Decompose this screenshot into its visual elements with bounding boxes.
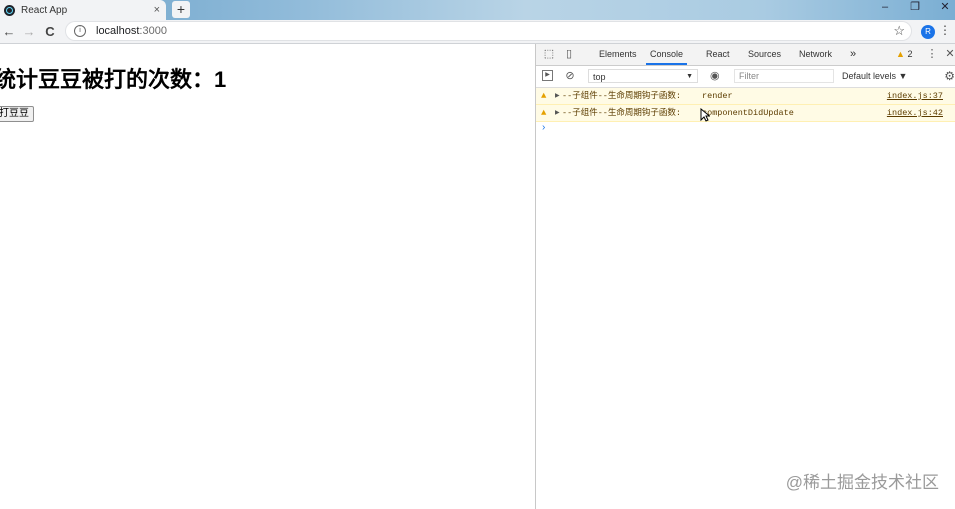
back-icon[interactable]: ← [0, 23, 18, 40]
gear-icon[interactable]: ⚙ [944, 69, 955, 83]
inspect-icon[interactable]: ⬚ [543, 48, 555, 60]
warning-count-badge[interactable]: ▲ 2 [896, 44, 912, 65]
reload-icon[interactable]: C [41, 23, 59, 40]
tab-close-icon[interactable]: × [154, 4, 160, 16]
devtools-panel: ⬚ ▯ Elements Console React Sources Netwo… [535, 44, 955, 509]
info-icon[interactable]: i [74, 25, 86, 37]
warning-icon: ▲ [541, 108, 547, 118]
more-tabs-icon[interactable]: » [850, 44, 856, 65]
browser-toolbar: ← → C i localhost:3000 [0, 20, 955, 44]
log-value: render [702, 91, 733, 101]
tab-sources[interactable]: Sources [748, 44, 781, 65]
devtools-tab-bar: ⬚ ▯ Elements Console React Sources Netwo… [536, 44, 955, 66]
watermark: @稀土掘金技术社区 [785, 473, 939, 492]
tab-network[interactable]: Network [799, 44, 832, 65]
expand-arrow-icon[interactable]: ▶ [555, 105, 560, 121]
tab-console[interactable]: Console [646, 44, 688, 65]
tab-elements[interactable]: Elements [599, 44, 637, 65]
bookmark-star-icon[interactable]: ☆ [893, 23, 905, 39]
log-levels-select[interactable]: Default levels ▼ [842, 69, 907, 83]
minimize-icon[interactable]: – [871, 0, 899, 20]
console-warning-row[interactable]: ▲ ▶ --子组件--生命周期钩子函数: componentDidUpdate … [536, 105, 955, 122]
menu-dots-icon[interactable]: ⋮ [939, 23, 951, 37]
mouse-cursor-icon [700, 108, 710, 122]
sidebar-toggle-icon[interactable]: ▶ [542, 70, 553, 81]
console-prompt[interactable]: › [536, 122, 955, 136]
react-icon [4, 4, 15, 16]
tab-title: React App [21, 4, 68, 16]
page-viewport: 统计豆豆被打的次数：1 打豆豆 [0, 44, 535, 509]
console-filter-input[interactable] [734, 69, 834, 83]
log-source-link[interactable]: index.js:37 [887, 88, 943, 104]
forward-icon[interactable]: → [20, 23, 38, 40]
warning-icon: ▲ [541, 91, 547, 101]
tab-react[interactable]: React [706, 44, 730, 65]
restore-icon[interactable]: ❐ [901, 0, 929, 20]
devtools-menu-icon[interactable]: ⋮ [926, 48, 938, 60]
expand-arrow-icon[interactable]: ▶ [555, 88, 560, 104]
url-text: localhost:3000 [96, 25, 167, 37]
hit-doudou-button[interactable]: 打豆豆 [0, 106, 34, 122]
context-select[interactable]: top ▼ [588, 69, 698, 83]
window-close-icon[interactable]: ✕ [931, 0, 955, 20]
profile-avatar[interactable]: R [921, 25, 935, 39]
eye-icon[interactable]: ◉ [710, 69, 720, 82]
log-source-link[interactable]: index.js:42 [887, 105, 943, 121]
page-title: 统计豆豆被打的次数：1 [0, 67, 227, 92]
dropdown-arrow-icon: ▼ [686, 73, 693, 80]
log-message: --子组件--生命周期钩子函数: [562, 108, 682, 118]
warning-icon: ▲ [896, 49, 905, 59]
browser-title-bar: React App × + – ❐ ✕ [0, 0, 955, 20]
log-message: --子组件--生命周期钩子函数: [562, 91, 682, 101]
log-value: componentDidUpdate [702, 108, 794, 118]
console-warning-row[interactable]: ▲ ▶ --子组件--生命周期钩子函数: render index.js:37 [536, 88, 955, 105]
clear-console-icon[interactable]: ⊘ [564, 70, 576, 82]
device-toggle-icon[interactable]: ▯ [563, 48, 575, 60]
devtools-close-icon[interactable]: ✕ [944, 48, 955, 60]
console-toolbar: ▶ ⊘ top▼ ◉ Default levels ▼ ⚙ [536, 66, 955, 88]
new-tab-button[interactable]: + [172, 1, 190, 18]
browser-tab[interactable]: React App × [0, 0, 166, 20]
address-bar[interactable]: i localhost:3000 [66, 22, 911, 40]
